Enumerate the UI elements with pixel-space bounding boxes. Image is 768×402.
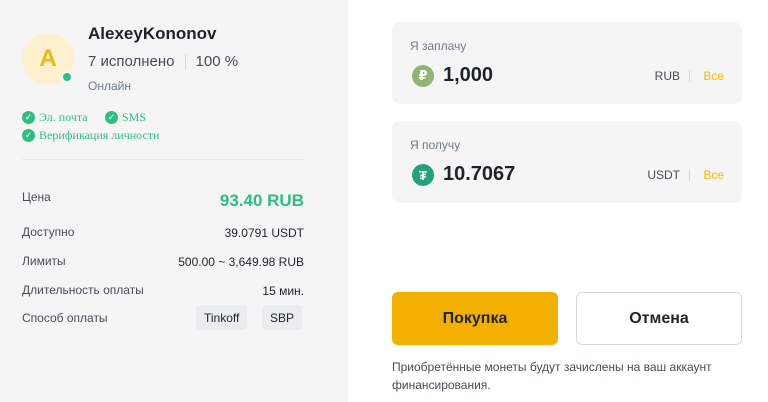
receive-currency: USDT <box>647 168 680 182</box>
receive-amount-field[interactable]: Я получу ₮ 10.7067 USDT Все <box>392 121 742 203</box>
receive-all-button[interactable]: Все <box>703 168 724 182</box>
verification-sms: ✓ SMS <box>105 110 146 125</box>
pay-label: Я заплачу <box>410 39 467 53</box>
divider <box>22 159 304 160</box>
duration-value: 15 мин. <box>262 284 304 298</box>
check-circle-icon: ✓ <box>22 111 35 124</box>
check-circle-icon: ✓ <box>105 111 118 124</box>
verification-identity-label: Верификация личности <box>39 128 160 142</box>
completion-rate: 100 % <box>195 53 239 70</box>
online-indicator <box>61 71 73 83</box>
currency-divider <box>689 169 690 181</box>
limits-value: 500.00 ~ 3,649.98 RUB <box>178 255 304 269</box>
buy-button[interactable]: Покупка <box>392 292 558 345</box>
currency-divider <box>689 70 690 82</box>
online-status: Онлайн <box>88 79 131 93</box>
trader-username[interactable]: AlexeyKononov <box>88 24 216 44</box>
pay-amount-field[interactable]: Я заплачу ₽ 1,000 RUB Все <box>392 22 742 104</box>
payment-method-chip: Tinkoff <box>196 305 248 330</box>
usdt-coin-icon: ₮ <box>412 164 434 186</box>
duration-label: Длительность оплаты <box>22 283 144 297</box>
available-label: Доступно <box>22 225 75 239</box>
verification-email-label: Эл. почта <box>39 110 88 124</box>
available-value: 39.0791 USDT <box>224 226 304 240</box>
stats-divider <box>184 53 186 70</box>
order-form-panel: Я заплачу ₽ 1,000 RUB Все Я получу ₮ 10.… <box>348 0 768 402</box>
limits-label: Лимиты <box>22 254 66 268</box>
cancel-button[interactable]: Отмена <box>576 292 742 345</box>
price-label: Цена <box>22 190 51 204</box>
rub-coin-icon: ₽ <box>412 65 434 87</box>
price-value: 93.40 RUB <box>219 191 304 210</box>
pay-amount-input[interactable]: 1,000 <box>443 64 493 87</box>
pay-all-button[interactable]: Все <box>703 69 724 83</box>
receive-label: Я получу <box>410 138 461 152</box>
orders-completed: 7 исполнено <box>88 53 175 70</box>
trader-info-panel: A AlexeyKononov 7 исполнено 100 % Онлайн… <box>0 0 348 402</box>
receive-amount-input[interactable]: 10.7067 <box>443 163 515 186</box>
payment-method-label: Способ оплаты <box>22 311 108 325</box>
verification-email: ✓ Эл. почта <box>22 110 88 125</box>
trader-stats: 7 исполнено 100 % <box>88 53 238 70</box>
pay-currency: RUB <box>654 69 680 83</box>
verification-identity: ✓ Верификация личности <box>22 128 159 143</box>
check-circle-icon: ✓ <box>22 129 35 142</box>
funding-note: Приобретённые монеты будут зачислены на … <box>392 360 712 392</box>
verification-sms-label: SMS <box>122 110 147 124</box>
payment-method-chip: SBP <box>262 305 303 330</box>
